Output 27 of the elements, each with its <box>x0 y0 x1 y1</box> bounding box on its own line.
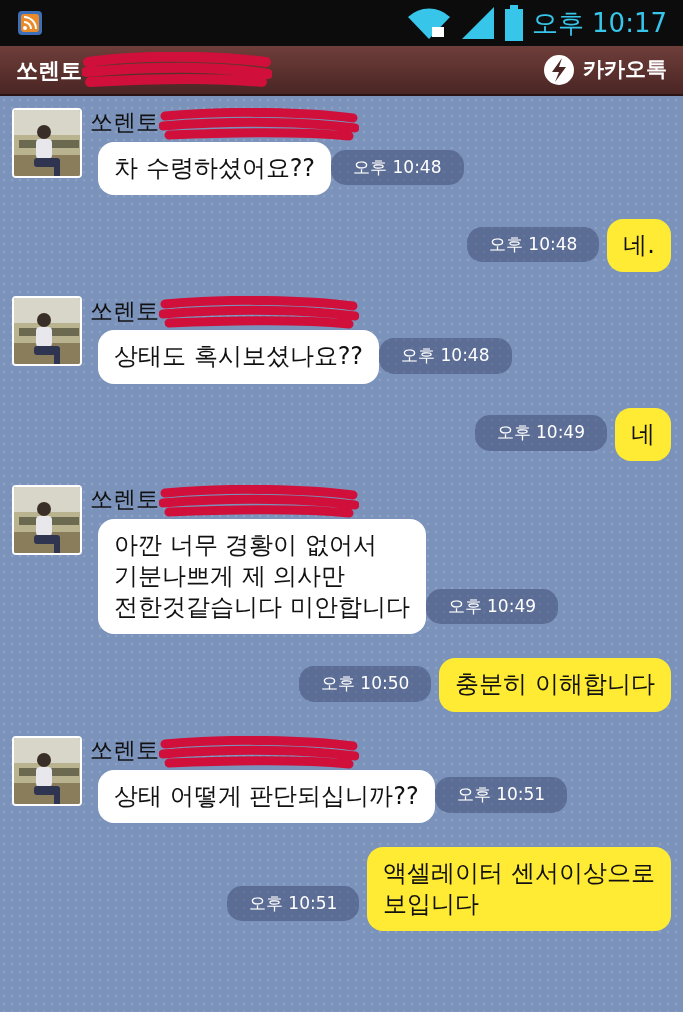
sender-name: 쏘렌토 <box>90 109 159 137</box>
lightning-logo-icon <box>543 54 575 86</box>
app-name: 카카오톡 <box>583 56 667 84</box>
message-bubble: 아깐 너무 경황이 없어서 기분나쁘게 제 의사만 전한것같습니다 미안합니다 <box>98 518 426 635</box>
message-bubble: 차 수령하셨어요?? <box>98 142 332 196</box>
battery-icon <box>503 5 524 41</box>
wifi-icon <box>405 5 452 41</box>
message-bubble: 충분히 이해합니다 <box>439 658 671 712</box>
sender-name: 쏘렌토 <box>90 297 159 326</box>
sender-name: 쏘렌토 <box>90 485 159 514</box>
message-time: 오후 10:51 <box>226 885 360 922</box>
message-bubble: 상태도 혹시보셨나요?? <box>98 330 380 384</box>
message-bubble: 네. <box>607 219 671 273</box>
message-bubble: 네 <box>615 407 671 461</box>
message-bubble: 상태 어떻게 판단되십니까?? <box>98 769 435 823</box>
message-time: 오후 10:51 <box>434 777 568 813</box>
message-time: 오후 10:48 <box>331 149 464 186</box>
clock-time: 오후 10:17 <box>531 6 667 40</box>
message-time: 오후 10:50 <box>298 666 432 702</box>
message-bubble: 액셀레이터 센서이상으로 보입니다 <box>367 846 671 932</box>
message-time: 오후 10:49 <box>425 588 559 625</box>
message-time: 오후 10:49 <box>474 415 607 451</box>
message-time: 오후 10:48 <box>379 338 512 374</box>
chat-title: 쏘렌토 <box>16 56 82 85</box>
message-time: 오후 10:48 <box>466 226 600 263</box>
sender-name: 쏘렌토 <box>90 736 159 765</box>
notification-icon <box>16 9 44 37</box>
